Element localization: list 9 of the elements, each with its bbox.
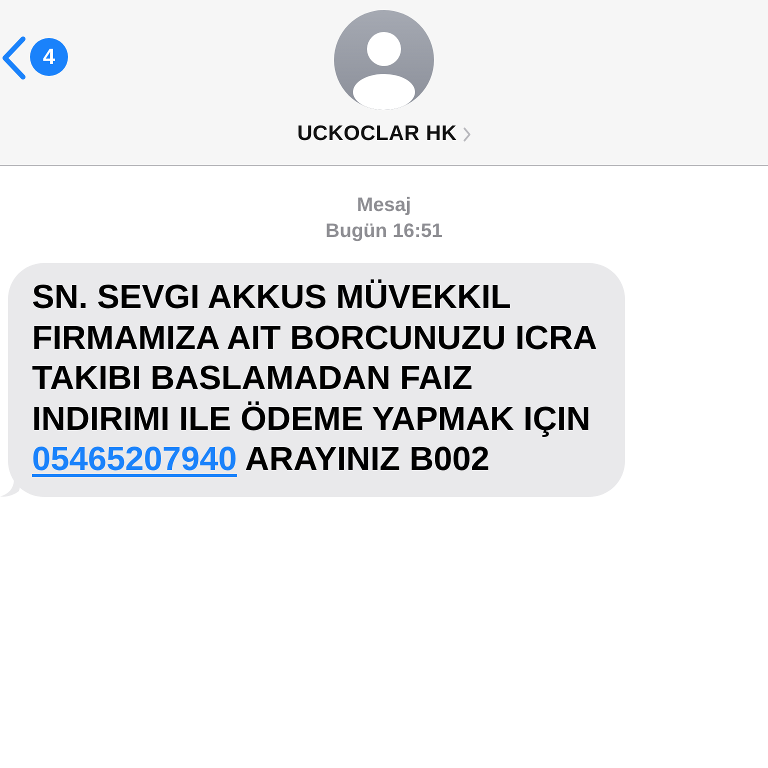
- avatar-icon: [334, 10, 434, 110]
- service-label: Mesaj: [356, 193, 412, 218]
- back-button[interactable]: [0, 36, 28, 80]
- message-bubble: SN. SEVGI AKKUS MÜVEKKIL FIRMAMIZA AIT BORCUNUZU ICRA TAKIBI BASLAMADAN FAIZ INDIRIMI ILE ÖDEME YAPMAK IÇIN 05465207940 ARAYINIZ B002: [8, 263, 626, 496]
- chevron-right-icon: [462, 126, 471, 142]
- message-timestamp: Bugün 16:51: [325, 219, 443, 244]
- chevron-left-icon: [0, 36, 28, 80]
- unread-count-badge: 4: [30, 38, 68, 76]
- contact-name-button[interactable]: UCKOCLAR HK: [297, 120, 471, 148]
